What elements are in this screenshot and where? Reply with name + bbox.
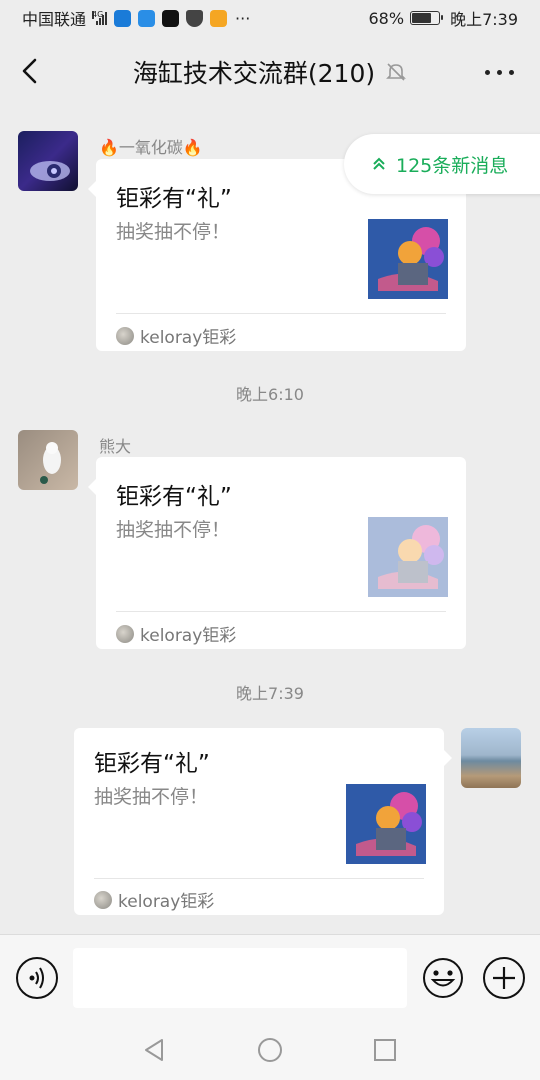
card-title: 钜彩有“礼” bbox=[94, 751, 210, 777]
card-source: keloray钜彩 bbox=[116, 323, 236, 348]
card-title: 钜彩有“礼” bbox=[116, 484, 232, 510]
timestamp: 晚上6:10 bbox=[236, 385, 304, 404]
card-description: 抽奖抽不停！ bbox=[116, 519, 231, 541]
card-thumbnail bbox=[368, 219, 448, 299]
avatar[interactable] bbox=[18, 430, 78, 490]
new-messages-button[interactable]: 125条新消息 bbox=[344, 134, 540, 194]
system-navigation-bar bbox=[0, 1020, 540, 1080]
carrier-label: 中国联通 bbox=[22, 10, 87, 29]
plus-icon bbox=[493, 967, 515, 989]
shield-icon bbox=[186, 9, 204, 27]
double-chevron-up-icon bbox=[373, 157, 385, 170]
chat-title: 海缸技术交流群(210) bbox=[132, 59, 376, 88]
new-messages-label: 125条新消息 bbox=[396, 154, 509, 177]
card-source: keloray钜彩 bbox=[116, 621, 236, 646]
source-icon bbox=[94, 890, 112, 909]
more-dots-icon bbox=[485, 70, 490, 75]
app-icon-cloud bbox=[138, 9, 156, 27]
tiktok-icon bbox=[162, 9, 180, 27]
home-circle-icon[interactable] bbox=[256, 1036, 284, 1064]
clock: 晚上7:39 bbox=[450, 10, 518, 29]
bell-off-icon bbox=[386, 63, 407, 81]
app-icon-orange bbox=[210, 9, 228, 27]
sender-name: 熊大 bbox=[99, 437, 132, 456]
overflow-indicator: ··· bbox=[235, 8, 251, 28]
sender-name: 🔥一氧化碳🔥 bbox=[99, 138, 203, 157]
plus-button[interactable] bbox=[483, 957, 525, 999]
app-icon-blue-shield bbox=[114, 9, 132, 27]
card-divider bbox=[94, 878, 424, 879]
card-thumbnail bbox=[346, 784, 426, 864]
more-button[interactable] bbox=[485, 70, 514, 75]
emoji-button[interactable] bbox=[422, 957, 464, 999]
voice-icon bbox=[29, 967, 44, 989]
card-source: keloray钜彩 bbox=[94, 887, 214, 912]
source-icon bbox=[116, 326, 134, 345]
chat-header: 海缸技术交流群(210) bbox=[0, 36, 540, 108]
link-card[interactable]: 钜彩有“礼” 抽奖抽不停！ keloray钜彩 bbox=[74, 728, 452, 915]
network-label: 4G bbox=[92, 10, 104, 19]
message-input[interactable] bbox=[73, 948, 407, 1008]
avatar[interactable] bbox=[18, 131, 78, 191]
recents-square-icon[interactable] bbox=[371, 1036, 399, 1064]
source-icon bbox=[116, 624, 134, 643]
back-triangle-icon[interactable] bbox=[140, 1036, 168, 1064]
source-label: keloray钜彩 bbox=[118, 892, 215, 912]
card-description: 抽奖抽不停！ bbox=[94, 786, 209, 808]
timestamp: 晚上7:39 bbox=[236, 684, 304, 703]
battery-percent: 68% bbox=[368, 8, 405, 28]
card-description: 抽奖抽不停！ bbox=[116, 221, 231, 243]
source-label: keloray钜彩 bbox=[140, 328, 237, 348]
signal-icon: 4G bbox=[92, 10, 108, 25]
voice-button[interactable] bbox=[16, 957, 58, 999]
card-title: 钜彩有“礼” bbox=[116, 186, 232, 212]
input-bar bbox=[0, 934, 540, 1020]
card-thumbnail bbox=[368, 517, 448, 597]
card-divider bbox=[116, 313, 446, 314]
battery-fill bbox=[412, 13, 432, 23]
link-card[interactable]: 钜彩有“礼” 抽奖抽不停！ keloray钜彩 bbox=[88, 457, 466, 649]
avatar[interactable] bbox=[461, 728, 521, 788]
battery-icon bbox=[410, 11, 444, 25]
card-divider bbox=[116, 611, 446, 612]
source-label: keloray钜彩 bbox=[140, 626, 237, 646]
status-bar: 中国联通 4G ··· 68% 晚上7:39 bbox=[0, 0, 540, 36]
